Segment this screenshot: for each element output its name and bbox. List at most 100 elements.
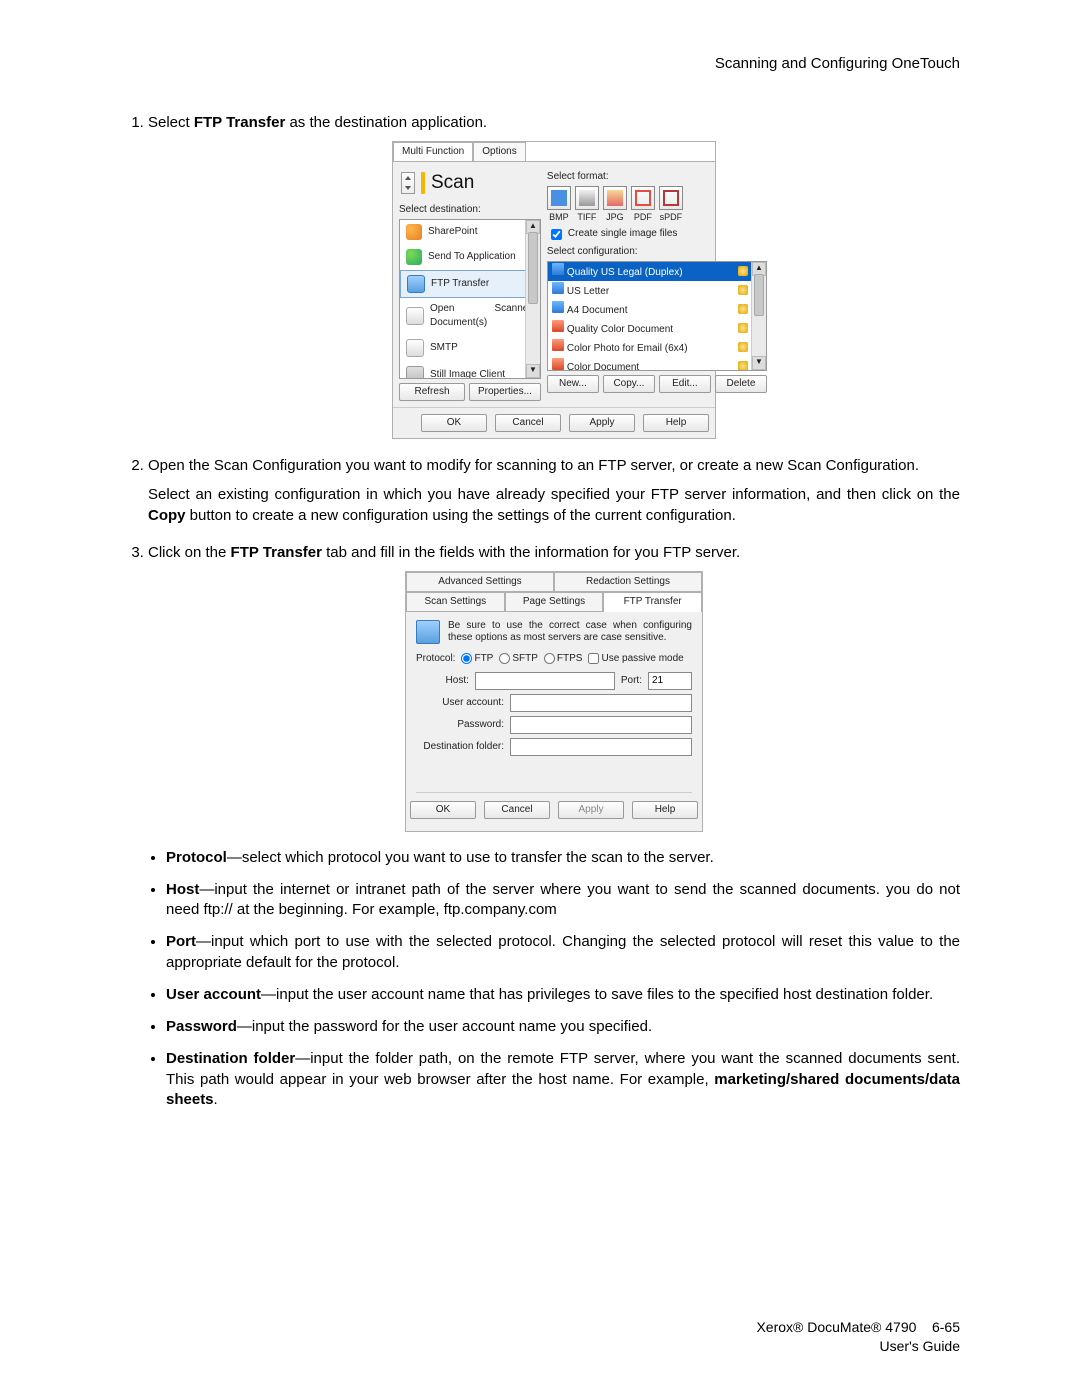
create-single-label: Create single image files [568,227,678,241]
cfg-quality-color[interactable]: Quality Color Document [548,319,766,338]
step-2: Open the Scan Configuration you want to … [148,455,960,526]
tab-options[interactable]: Options [473,142,525,161]
protocol-ftps-label: FTPS [557,652,583,666]
cfg-color-photo[interactable]: Color Photo for Email (6x4) [548,338,766,357]
dest-send-to-application[interactable]: Send To Application [400,245,540,270]
apply-button-2[interactable]: Apply [558,801,624,819]
protocol-ftps[interactable]: FTPS [544,652,583,666]
select-configuration-label: Select configuration: [547,245,767,259]
help-button-2[interactable]: Help [632,801,698,819]
tab-scan-settings[interactable]: Scan Settings [406,592,505,612]
cfg-icon [552,358,564,370]
format-jpg[interactable]: JPG [603,186,627,224]
screenshot-1: Multi Function Options Scan Select desti… [392,141,716,439]
cfg-icon [552,263,564,275]
sharepoint-icon [406,224,422,240]
protocol-ftp-label: FTP [474,652,493,666]
open-scanned-icon [406,307,424,325]
dest-open-scanned[interactable]: Open Scanned Document(s) [400,298,540,335]
new-button[interactable]: New... [547,375,599,393]
step-1-text-a: Select [148,114,194,131]
protocol-ftp[interactable]: FTP [461,652,493,666]
bullet-port: Port—input which port to use with the se… [166,932,960,973]
host-input[interactable] [475,672,615,690]
help-button[interactable]: Help [643,414,709,432]
cfg-icon [552,301,564,313]
footer-page-number: 6-65 [932,1319,960,1335]
dest-ftp-label: FTP Transfer [431,277,489,291]
passive-checkbox[interactable] [588,653,599,664]
cfg-us-letter[interactable]: US Letter [548,281,766,300]
scan-spinner[interactable] [401,172,415,194]
tiff-icon [575,186,599,210]
lock-icon [738,323,748,333]
bullet-port-val: —input which port to use with the select… [166,933,960,970]
edit-button[interactable]: Edit... [659,375,711,393]
ok-button-2[interactable]: OK [410,801,476,819]
port-input[interactable] [648,672,692,690]
user-account-input[interactable] [510,694,692,712]
cancel-button[interactable]: Cancel [495,414,561,432]
dest-still-image[interactable]: Still Image Client [400,362,540,379]
cfg-label: Color Document [567,362,639,371]
cfg-color-doc[interactable]: Color Document [548,357,766,371]
protocol-ftps-radio[interactable] [544,653,555,664]
spdf-icon [659,186,683,210]
cfg-a4[interactable]: A4 Document [548,300,766,319]
protocol-ftp-radio[interactable] [461,653,472,664]
dest-smtp-label: SMTP [430,341,458,355]
pdf-icon [631,186,655,210]
bullet-user-account: User account—input the user account name… [166,985,960,1005]
bullet-user-val: —input the user account name that has pr… [261,986,933,1003]
password-input[interactable] [510,716,692,734]
dest-scrollbar[interactable]: ▲▼ [525,220,540,378]
dest-ftp-transfer[interactable]: FTP Transfer [400,270,540,298]
format-pdf[interactable]: PDF [631,186,655,224]
jpg-icon [603,186,627,210]
step-1-text-b: as the destination application. [285,114,487,131]
cfg-scrollbar[interactable]: ▲▼ [751,262,766,370]
cfg-label: A4 Document [567,305,628,316]
ok-button[interactable]: OK [421,414,487,432]
properties-button[interactable]: Properties... [469,383,541,401]
format-tiff[interactable]: TIFF [575,186,599,224]
bullet-host: Host—input the internet or intranet path… [166,880,960,921]
format-spdf[interactable]: sPDF [659,186,683,224]
step-3-a: Click on the [148,544,231,561]
destination-folder-input[interactable] [510,738,692,756]
send-to-app-icon [406,249,422,265]
dest-smtp[interactable]: SMTP [400,335,540,362]
protocol-sftp[interactable]: SFTP [499,652,538,666]
tab-page-settings[interactable]: Page Settings [505,592,604,612]
cfg-label: US Letter [567,286,609,297]
destination-list[interactable]: SharePoint Send To Application FTP Trans… [399,219,541,379]
bullet-host-key: Host [166,881,199,898]
cfg-quality-us-legal[interactable]: Quality US Legal (Duplex) [548,262,766,281]
jpg-label: JPG [606,211,624,224]
page-footer: Xerox® DocuMate® 4790 6-65 User's Guide [0,1318,960,1357]
tab-advanced-settings[interactable]: Advanced Settings [406,572,554,592]
bullet-protocol: Protocol—select which protocol you want … [166,848,960,868]
lock-icon [738,304,748,314]
tab-ftp-transfer[interactable]: FTP Transfer [603,592,702,612]
dest-sharepoint[interactable]: SharePoint [400,220,540,245]
protocol-sftp-radio[interactable] [499,653,510,664]
step-1: Select FTP Transfer as the destination a… [148,112,960,439]
tiff-label: TIFF [577,211,596,224]
port-label: Port: [621,674,642,688]
bmp-label: BMP [549,211,569,224]
select-format-label: Select format: [547,170,767,184]
format-bmp[interactable]: BMP [547,186,571,224]
tab-redaction-settings[interactable]: Redaction Settings [554,572,702,592]
use-passive-mode[interactable]: Use passive mode [588,652,683,666]
tab-multi-function[interactable]: Multi Function [393,142,473,161]
cancel-button-2[interactable]: Cancel [484,801,550,819]
bullet-destination-folder: Destination folder—input the folder path… [166,1049,960,1110]
create-single-checkbox[interactable] [551,229,562,240]
copy-button[interactable]: Copy... [603,375,655,393]
delete-button[interactable]: Delete [715,375,767,393]
apply-button[interactable]: Apply [569,414,635,432]
configuration-list[interactable]: Quality US Legal (Duplex) US Letter A4 D… [547,261,767,371]
dest-sic-label: Still Image Client [430,368,505,379]
refresh-button[interactable]: Refresh [399,383,465,401]
